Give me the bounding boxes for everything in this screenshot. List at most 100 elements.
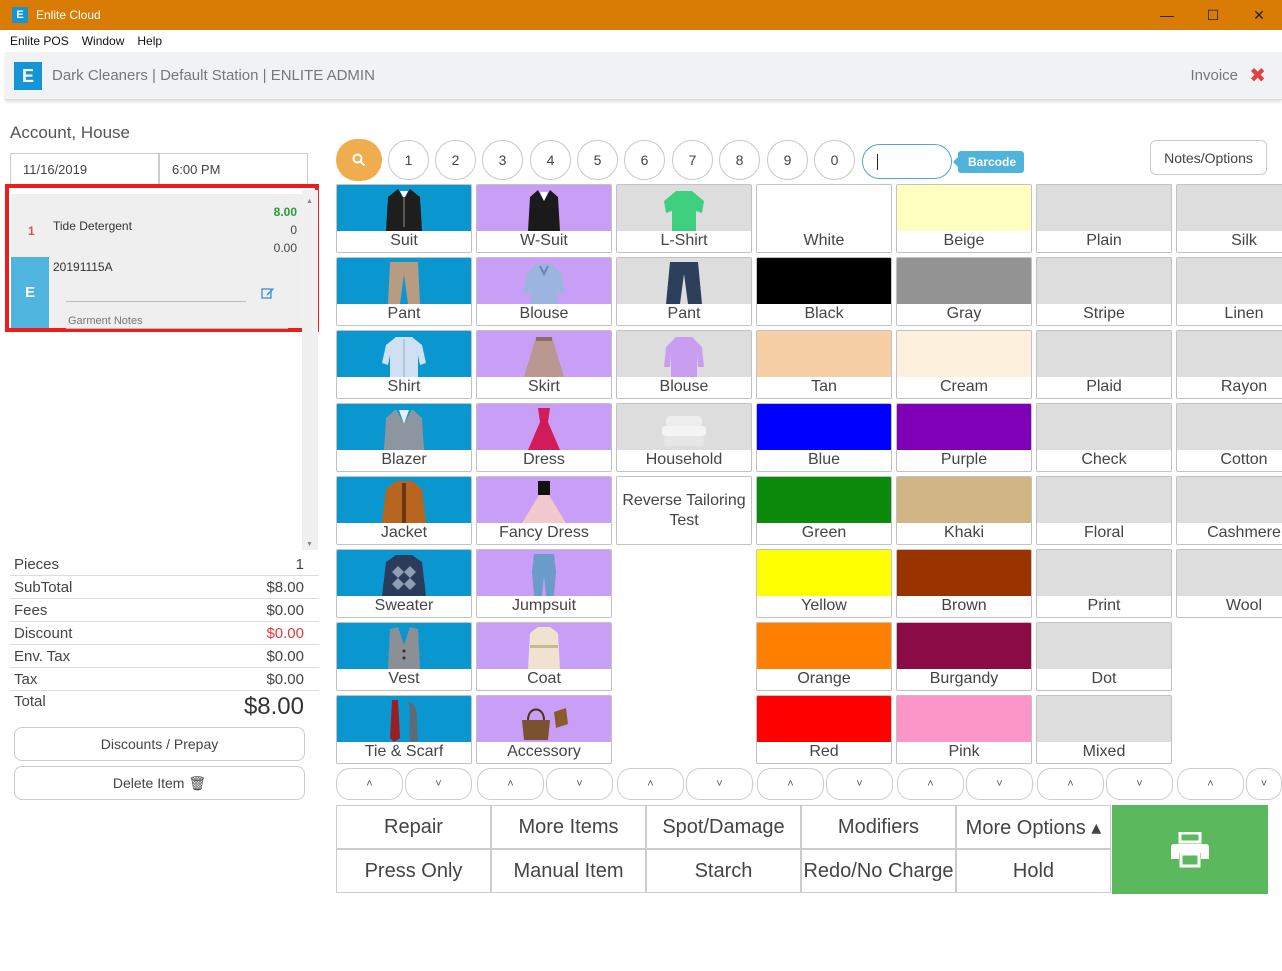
garment-notes-input[interactable]: Garment Notes — [68, 315, 143, 327]
num-key-7[interactable]: 7 — [672, 140, 713, 180]
tile-brown[interactable]: Brown — [896, 549, 1032, 618]
tile-silk[interactable]: Silk — [1176, 184, 1282, 253]
tile-check[interactable]: Check — [1036, 403, 1172, 472]
tile-cotton[interactable]: Cotton — [1176, 403, 1282, 472]
tile-shirt[interactable]: Shirt — [336, 330, 472, 399]
tile-tie-scarf[interactable]: Tie & Scarf — [336, 695, 472, 764]
tile-purple[interactable]: Purple — [896, 403, 1032, 472]
tile-blue[interactable]: Blue — [756, 403, 892, 472]
tile-w-suit[interactable]: W-Suit — [476, 184, 612, 253]
column-4-scroll-down-button[interactable]: ˅ — [966, 768, 1033, 800]
modifiers-button[interactable]: Modifiers — [801, 805, 956, 849]
tile-white[interactable]: White — [756, 184, 892, 253]
tile-l-shirt[interactable]: L-Shirt — [616, 184, 752, 253]
tile-red[interactable]: Red — [756, 695, 892, 764]
tile-dot[interactable]: Dot — [1036, 622, 1172, 691]
account-name[interactable]: Account, House — [10, 123, 130, 143]
tile-mixed[interactable]: Mixed — [1036, 695, 1172, 764]
column-1-scroll-up-button[interactable]: ˄ — [477, 768, 544, 800]
num-key-2[interactable]: 2 — [435, 140, 476, 180]
num-key-0[interactable]: 0 — [814, 140, 855, 180]
num-key-6[interactable]: 6 — [624, 140, 665, 180]
tile-linen[interactable]: Linen — [1176, 257, 1282, 326]
column-1-scroll-down-button[interactable]: ˅ — [546, 768, 613, 800]
tile-floral[interactable]: Floral — [1036, 476, 1172, 545]
tile-cream[interactable]: Cream — [896, 330, 1032, 399]
tile-jacket[interactable]: Jacket — [336, 476, 472, 545]
tile-black[interactable]: Black — [756, 257, 892, 326]
tile-coat[interactable]: Coat — [476, 622, 612, 691]
column-6-scroll-up-button[interactable]: ˄ — [1177, 768, 1244, 800]
num-key-5[interactable]: 5 — [577, 140, 618, 180]
scroll-up-icon[interactable]: ▲ — [306, 198, 313, 205]
num-key-8[interactable]: 8 — [719, 140, 760, 180]
barcode-input[interactable] — [862, 144, 952, 179]
column-0-scroll-down-button[interactable]: ˅ — [405, 768, 472, 800]
tile-orange[interactable]: Orange — [756, 622, 892, 691]
tile-vest[interactable]: Vest — [336, 622, 472, 691]
search-button[interactable] — [336, 139, 382, 181]
column-5-scroll-down-button[interactable]: ˅ — [1106, 768, 1173, 800]
tile-pant[interactable]: Pant — [616, 257, 752, 326]
tile-fancy-dress[interactable]: Fancy Dress — [476, 476, 612, 545]
discounts-prepay-button[interactable]: Discounts / Prepay — [14, 727, 305, 761]
delete-item-button[interactable]: Delete Item 🗑 — [14, 766, 305, 800]
more-items-button[interactable]: More Items — [491, 805, 646, 849]
tile-dress[interactable]: Dress — [476, 403, 612, 472]
column-3-scroll-down-button[interactable]: ˅ — [826, 768, 893, 800]
tile-khaki[interactable]: Khaki — [896, 476, 1032, 545]
tile-pink[interactable]: Pink — [896, 695, 1032, 764]
menu-window[interactable]: Window — [82, 34, 125, 48]
hold-button[interactable]: Hold — [956, 849, 1111, 893]
num-key-9[interactable]: 9 — [767, 140, 808, 180]
tile-reverse-tailoring-test[interactable]: Reverse Tailoring Test — [616, 476, 752, 545]
tile-plain[interactable]: Plain — [1036, 184, 1172, 253]
column-4-scroll-up-button[interactable]: ˄ — [897, 768, 964, 800]
notes-options-button[interactable]: Notes/Options — [1150, 140, 1267, 175]
tile-gray[interactable]: Gray — [896, 257, 1032, 326]
column-3-scroll-up-button[interactable]: ˄ — [757, 768, 824, 800]
tile-stripe[interactable]: Stripe — [1036, 257, 1172, 326]
spot-damage-button[interactable]: Spot/Damage — [646, 805, 801, 849]
num-key-4[interactable]: 4 — [530, 140, 571, 180]
time-field[interactable]: 6:00 PM — [159, 153, 308, 185]
tile-blouse[interactable]: Blouse — [616, 330, 752, 399]
ticket-line-item[interactable]: 1 Tide Detergent 8.00 0 0.00 E 20191115A… — [11, 194, 307, 329]
scroll-down-icon[interactable]: ▼ — [306, 541, 313, 548]
tile-suit[interactable]: Suit — [336, 184, 472, 253]
column-5-scroll-up-button[interactable]: ˄ — [1037, 768, 1104, 800]
tile-accessory[interactable]: Accessory — [476, 695, 612, 764]
repair-button[interactable]: Repair — [336, 805, 491, 849]
tile-print[interactable]: Print — [1036, 549, 1172, 618]
edit-icon[interactable] — [261, 286, 275, 302]
press-only-button[interactable]: Press Only — [336, 849, 491, 893]
num-key-3[interactable]: 3 — [482, 140, 523, 180]
tile-skirt[interactable]: Skirt — [476, 330, 612, 399]
ticket-scrollbar[interactable]: ▲ ▼ — [302, 190, 318, 550]
tile-cashmere[interactable]: Cashmere — [1176, 476, 1282, 545]
manual-item-button[interactable]: Manual Item — [491, 849, 646, 893]
column-2-scroll-down-button[interactable]: ˅ — [686, 768, 753, 800]
tile-beige[interactable]: Beige — [896, 184, 1032, 253]
tile-burgandy[interactable]: Burgandy — [896, 622, 1032, 691]
tile-blazer[interactable]: Blazer — [336, 403, 472, 472]
tile-yellow[interactable]: Yellow — [756, 549, 892, 618]
tile-green[interactable]: Green — [756, 476, 892, 545]
tile-household[interactable]: Household — [616, 403, 752, 472]
menu-enlite-pos[interactable]: Enlite POS — [10, 34, 69, 48]
tile-sweater[interactable]: Sweater — [336, 549, 472, 618]
column-6-scroll-down-button[interactable]: ˅ — [1246, 768, 1282, 800]
redo-no-charge-button[interactable]: Redo/No Charge — [801, 849, 956, 893]
tile-plaid[interactable]: Plaid — [1036, 330, 1172, 399]
print-button[interactable] — [1112, 805, 1268, 894]
column-2-scroll-up-button[interactable]: ˄ — [617, 768, 684, 800]
column-0-scroll-up-button[interactable]: ˄ — [336, 768, 403, 800]
minimize-button[interactable]: — — [1144, 0, 1190, 30]
date-field[interactable]: 11/16/2019 — [10, 153, 159, 185]
more-options-button[interactable]: More Options ▴ — [956, 805, 1111, 849]
num-key-1[interactable]: 1 — [388, 140, 429, 180]
tile-jumpsuit[interactable]: Jumpsuit — [476, 549, 612, 618]
close-window-button[interactable]: ✕ — [1236, 0, 1282, 30]
starch-button[interactable]: Starch — [646, 849, 801, 893]
tile-wool[interactable]: Wool — [1176, 549, 1282, 618]
